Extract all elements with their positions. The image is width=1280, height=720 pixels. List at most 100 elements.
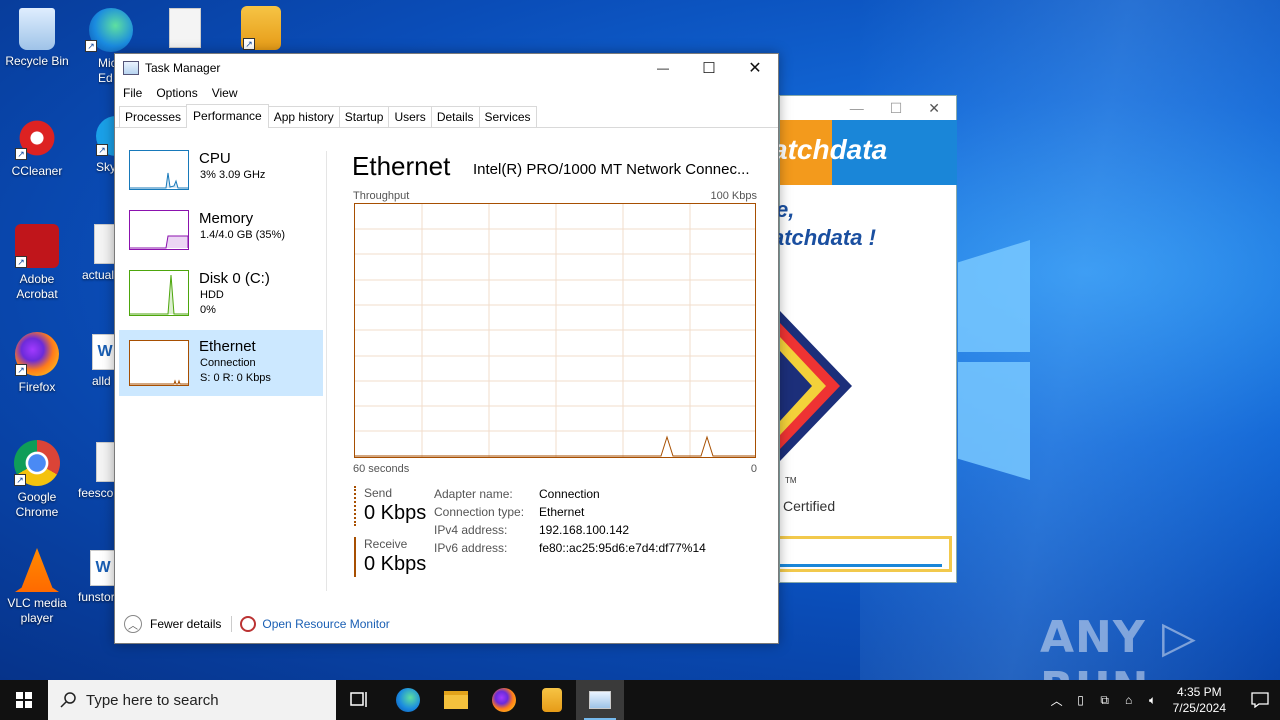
graph-gridlines xyxy=(355,204,755,457)
close-button[interactable]: ✕ xyxy=(732,54,778,82)
taskbar-edge[interactable] xyxy=(384,680,432,720)
title-bar[interactable]: Task Manager — ☐ ✕ xyxy=(115,54,778,82)
receive-stat: Receive 0 Kbps xyxy=(354,537,434,577)
taskbar-firefox[interactable] xyxy=(480,680,528,720)
throughput-graph-svg xyxy=(355,204,755,457)
cpu-mini-graph xyxy=(129,150,189,190)
tab-startup[interactable]: Startup xyxy=(338,106,390,127)
open-resource-monitor-link[interactable]: Open Resource Monitor xyxy=(262,617,389,631)
action-center-button[interactable] xyxy=(1240,680,1280,720)
maximize-button[interactable]: ☐ xyxy=(686,54,732,82)
property-row: IPv6 address: fe80::ac25:95d6:e7d4:df77%… xyxy=(434,541,706,559)
disk-mini-graph-line xyxy=(130,274,188,315)
sidebar-item-label: CPU xyxy=(199,150,231,167)
property-key: IPv4 address: xyxy=(434,523,508,537)
task-manager-window[interactable]: Task Manager — ☐ ✕ File Options View Pro… xyxy=(114,53,779,644)
tab-details[interactable]: Details xyxy=(430,106,480,127)
edge-icon xyxy=(396,688,420,712)
desktop-icon-lock-app[interactable]: ↗ xyxy=(236,6,286,54)
tab-performance[interactable]: Performance xyxy=(186,104,269,128)
tab-processes[interactable]: Processes xyxy=(119,106,188,127)
property-row: IPv4 address: 192.168.100.142 xyxy=(434,523,706,541)
property-value: fe80::ac25:95d6:e7d4:df77%14 xyxy=(539,541,706,555)
recycle-bin-icon xyxy=(19,8,55,50)
sidebar-item-value: S: 0 R: 0 Kbps xyxy=(200,372,271,384)
tab-users[interactable]: Users xyxy=(388,106,432,127)
minimize-button[interactable]: — xyxy=(640,54,686,82)
close-icon[interactable]: ✕ xyxy=(928,100,940,117)
search-icon xyxy=(60,692,76,708)
desktop-icon-label: Firefox xyxy=(18,380,56,394)
word-doc-icon: W xyxy=(90,550,116,586)
property-row: Adapter name: Connection xyxy=(434,487,706,505)
throughput-label: Throughput xyxy=(353,190,410,202)
tab-app-history[interactable]: App history xyxy=(267,106,340,127)
sidebar-item-label: Disk 0 (C:) xyxy=(199,270,270,287)
footer-separator xyxy=(231,616,233,632)
fewer-details-button[interactable]: Fewer details xyxy=(150,617,221,631)
close-icon: ✕ xyxy=(748,60,762,77)
desktop-icon-label: Google Chrome xyxy=(15,490,59,519)
chevron-up-icon[interactable]: ︿ xyxy=(124,615,142,633)
padlock-icon: ↗ xyxy=(241,6,281,50)
sidebar-item-connection: Connection xyxy=(200,357,256,369)
edge-icon: ↗ xyxy=(85,8,133,52)
start-button[interactable] xyxy=(0,680,48,720)
desktop-icon-google-chrome[interactable]: ↗ Google Chrome xyxy=(0,440,74,520)
vlc-cone-icon xyxy=(15,548,59,592)
chevron-up-icon[interactable]: ︿ xyxy=(1045,692,1069,709)
send-label: Send xyxy=(364,486,393,500)
menu-view[interactable]: View xyxy=(212,86,238,100)
desktop-icon-funstor[interactable]: W funstor xyxy=(78,550,118,605)
trademark-mark: TM xyxy=(785,476,797,485)
taskbar-file-explorer[interactable] xyxy=(432,680,480,720)
menu-options[interactable]: Options xyxy=(156,86,197,100)
sidebar-item-memory[interactable]: Memory 1.4/4.0 GB (35%) xyxy=(119,204,323,264)
desktop-icon-recycle-bin[interactable]: Recycle Bin xyxy=(0,8,74,69)
maximize-icon[interactable]: ☐ xyxy=(890,100,903,117)
volume-icon[interactable]: 🔈︎ xyxy=(1141,693,1165,708)
time-axis-start: 60 seconds xyxy=(353,463,410,475)
sidebar-item-value: 1.4/4.0 GB (35%) xyxy=(200,229,285,241)
desktop-icon-ccleaner[interactable]: ↗ CCleaner xyxy=(0,116,74,179)
install-progress-bar xyxy=(780,536,952,572)
taskbar-clock[interactable]: 4:35 PM 7/25/2024 xyxy=(1173,684,1226,716)
footer-bar: ︿ Fewer details Open Resource Monitor xyxy=(115,609,778,639)
sidebar-item-value: 3% 3.09 GHz xyxy=(200,169,266,181)
sidebar-item-disk[interactable]: Disk 0 (C:) HDD 0% xyxy=(119,264,323,324)
device-icon[interactable]: ⧉ xyxy=(1093,693,1117,708)
sidebar-item-cpu[interactable]: CPU 3% 3.09 GHz xyxy=(119,144,323,204)
task-view-button[interactable] xyxy=(336,680,384,720)
firefox-icon: ↗ xyxy=(15,332,59,376)
clock-date: 7/25/2024 xyxy=(1172,701,1226,715)
image-file-icon xyxy=(169,8,201,48)
throughput-max-label: 100 Kbps xyxy=(710,190,757,202)
desktop-icon-actual[interactable]: actual xyxy=(78,224,122,283)
acrobat-icon: ↗ xyxy=(15,224,59,268)
desktop-icon-firefox[interactable]: ↗ Firefox xyxy=(0,332,74,395)
network-icon[interactable]: ⌂ xyxy=(1117,693,1141,707)
taskbar-search-box[interactable]: Type here to search xyxy=(48,680,336,720)
cpu-mini-graph-line xyxy=(130,172,188,189)
padlock-icon xyxy=(542,688,562,712)
property-key: IPv6 address: xyxy=(434,541,508,555)
sidebar-item-ethernet[interactable]: Ethernet Connection S: 0 R: 0 Kbps xyxy=(119,330,323,396)
desktop-icon-file[interactable] xyxy=(160,8,210,52)
taskbar-task-manager[interactable] xyxy=(576,680,624,720)
taskbar-lock-app[interactable] xyxy=(528,680,576,720)
battery-icon[interactable]: ▯ xyxy=(1069,693,1093,707)
task-manager-icon xyxy=(123,61,139,75)
ccleaner-icon: ↗ xyxy=(15,116,59,160)
firefox-icon xyxy=(492,688,516,712)
task-view-icon xyxy=(350,692,367,707)
ethernet-mini-graph-line xyxy=(130,379,188,385)
desktop-icon-vlc[interactable]: VLC media player xyxy=(0,548,74,626)
desktop-icon-adobe-acrobat[interactable]: ↗ Adobe Acrobat xyxy=(0,224,74,302)
menu-file[interactable]: File xyxy=(123,86,142,100)
welcome-line-1: e, xyxy=(776,197,795,222)
windows-wallpaper-logo xyxy=(958,240,1030,480)
throughput-line xyxy=(355,435,755,457)
background-app-window[interactable]: — ☐ ✕ atchdata e, atchdata ! TM Certifie… xyxy=(772,95,957,583)
tab-services[interactable]: Services xyxy=(478,106,537,127)
minimize-icon[interactable]: — xyxy=(850,100,864,116)
